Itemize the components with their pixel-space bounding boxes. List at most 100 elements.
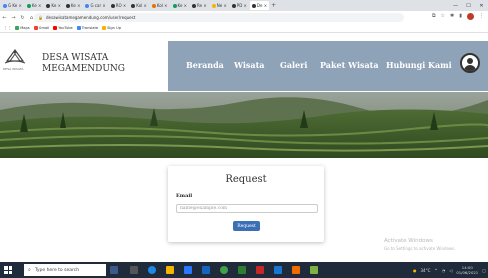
bookmark-label: Sign Up [107, 26, 122, 30]
tab-label: De × [256, 3, 268, 8]
new-tab-button[interactable]: + [269, 1, 278, 10]
browser-tab[interactable]: De × [249, 1, 270, 10]
bookmark-favicon-icon [33, 26, 38, 30]
bookmark-favicon-icon [15, 26, 20, 30]
windows-start-icon[interactable] [4, 266, 12, 274]
menu-icon[interactable]: ⋮ [479, 13, 484, 20]
browser-tab[interactable]: Ke × [25, 1, 44, 10]
user-account-icon[interactable] [460, 53, 480, 73]
bookmark-label: Gmail [38, 26, 50, 30]
tab-favicon-icon [192, 3, 197, 8]
profile-avatar-icon[interactable] [467, 13, 474, 20]
bookmark-item[interactable]: Translate [76, 26, 98, 30]
notifications-icon[interactable]: ▢ [482, 268, 486, 273]
back-icon[interactable]: ← [0, 15, 9, 21]
tab-label: G Ke × [8, 3, 22, 8]
temperature-text: 34°C [420, 267, 431, 273]
browser-tab[interactable]: Ne × [210, 1, 229, 10]
site-brand[interactable]: DESA WISATA MEGAMENDUNG [42, 53, 125, 75]
browser-tab[interactable]: Ke × [171, 1, 190, 10]
nav-hubungi-kami[interactable]: Hubungi Kami [386, 60, 452, 70]
tab-favicon-icon [172, 3, 177, 8]
bookmark-favicon-icon [53, 26, 58, 30]
browser-tab[interactable]: G Ke × [1, 1, 24, 10]
watermark-line-2: Go to Settings to activate Windows. [384, 246, 456, 251]
sidebar-icon[interactable]: ▮ [459, 13, 462, 20]
system-tray: ● 34°C ^ ◔ ◁ 14:00 01/06/2021 ▢ [413, 264, 486, 276]
tab-label: Ke × [51, 3, 61, 8]
windows-taskbar: ⌕ Type here to search ● 34°C ^ ◔ ◁ 14:00… [0, 262, 488, 278]
request-button[interactable]: Request [233, 221, 260, 231]
browser-toolbar: ← → ↻ ⌂ 🔒 desawisatamegamendung.com/user… [0, 11, 488, 24]
volume-icon[interactable]: ◁ [449, 268, 452, 273]
bookmark-item[interactable]: Maps [15, 26, 30, 30]
tab-label: Ke × [177, 3, 188, 8]
nav-wisata[interactable]: Wisata [234, 60, 264, 70]
tab-label: Kol × [156, 3, 168, 8]
minimize-button[interactable]: — [449, 3, 462, 9]
tab-favicon-icon [231, 3, 236, 8]
close-button[interactable]: ✕ [475, 3, 488, 9]
bookmark-item[interactable]: Sign Up [102, 26, 121, 30]
tab-label: Ke × [31, 3, 42, 8]
request-title: Request [225, 174, 267, 185]
star-icon[interactable]: ☆ [441, 13, 445, 20]
reload-icon[interactable]: ↻ [18, 15, 27, 21]
whatsapp-icon[interactable] [238, 266, 246, 274]
tab-favicon-icon [85, 3, 90, 8]
file-explorer-icon[interactable] [166, 266, 174, 274]
nav-paket-wisata[interactable]: Paket Wisata [320, 60, 379, 70]
url-text: desawisatamegamendung.com/user/request [45, 15, 136, 20]
browser-tab[interactable]: RO × [109, 1, 129, 10]
taskbar-clock[interactable]: 14:00 01/06/2021 [456, 265, 478, 275]
browser-tab[interactable]: Kol × [129, 1, 149, 10]
window-controls: — ☐ ✕ [449, 0, 488, 11]
extensions-icon[interactable]: ✱ [450, 13, 454, 20]
tab-label: Kol × [136, 3, 147, 8]
store-icon[interactable] [184, 266, 192, 274]
share-icon[interactable]: ⧉ [432, 13, 436, 20]
forward-icon[interactable]: → [9, 15, 18, 21]
word-icon[interactable] [274, 266, 282, 274]
nav-beranda[interactable]: Beranda [186, 60, 224, 70]
nav-galeri[interactable]: Galeri [280, 60, 307, 70]
lock-icon: 🔒 [38, 15, 43, 20]
app-red-icon[interactable] [256, 266, 264, 274]
tab-favicon-icon [26, 3, 31, 8]
search-icon: ⌕ [28, 267, 31, 273]
network-icon[interactable]: ◔ [442, 268, 446, 273]
tab-favicon-icon [46, 3, 51, 8]
tab-label: PD × [236, 3, 247, 8]
browser-tab[interactable]: G car × [83, 1, 107, 10]
maximize-button[interactable]: ☐ [462, 3, 475, 9]
village-logo-icon[interactable] [4, 47, 26, 65]
app-green-icon[interactable] [310, 266, 318, 274]
brand-line-1: DESA WISATA [42, 53, 109, 63]
bookmark-item[interactable]: YouTube [53, 26, 73, 30]
taskbar-app-icon[interactable] [130, 266, 138, 274]
tray-chevron-icon[interactable]: ^ [434, 268, 437, 273]
tab-label: Ke × [70, 3, 81, 8]
app-orange-icon[interactable] [292, 266, 300, 274]
email-field[interactable] [176, 204, 318, 213]
tab-favicon-icon [211, 3, 216, 8]
apps-grid-icon[interactable]: ⋮⋮ [4, 26, 11, 30]
chrome-icon[interactable] [220, 266, 228, 274]
browser-tab[interactable]: Ke × [44, 1, 63, 10]
tab-label: RO × [115, 3, 127, 8]
taskbar-search[interactable]: ⌕ Type here to search [24, 264, 106, 276]
mail-icon[interactable] [202, 266, 210, 274]
bookmark-label: YouTube [58, 26, 73, 30]
browser-tab[interactable]: Ke × [64, 1, 83, 10]
weather-icon[interactable]: ● [413, 268, 417, 273]
browser-tab[interactable]: Kol × [150, 1, 170, 10]
address-bar[interactable]: 🔒 desawisatamegamendung.com/user/request [34, 13, 404, 22]
tab-favicon-icon [110, 3, 115, 8]
browser-tab[interactable]: Re × [190, 1, 209, 10]
task-view-icon[interactable] [110, 266, 118, 274]
logo-caption: DESA WISATA [3, 67, 24, 71]
bookmark-item[interactable]: Gmail [33, 26, 50, 30]
browser-tab[interactable]: PD × [230, 1, 249, 10]
edge-icon[interactable] [148, 266, 156, 274]
watermark-line-1: Activate Windows [384, 238, 433, 244]
